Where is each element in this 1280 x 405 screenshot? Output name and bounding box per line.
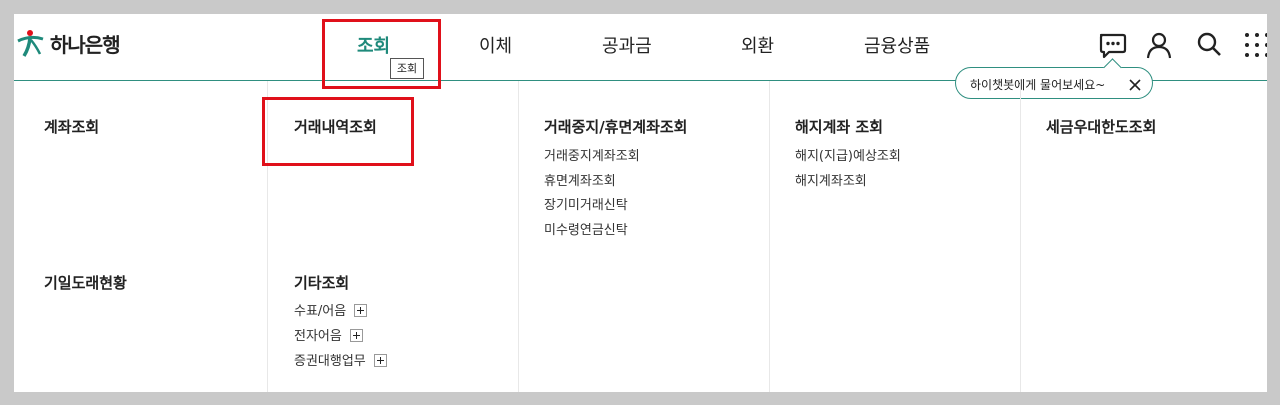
- expand-plus-icon[interactable]: [349, 329, 363, 342]
- expand-plus-icon[interactable]: [373, 354, 387, 367]
- nav-item-financial-products[interactable]: 금융상품: [864, 32, 930, 58]
- menu-closed-account-inquiry[interactable]: 해지계좌조회: [795, 170, 867, 189]
- column-divider: [267, 81, 268, 392]
- chatbot-icon: [1097, 30, 1127, 60]
- logo[interactable]: 하나은행: [16, 28, 121, 58]
- menu-check-bill[interactable]: 수표/어음: [294, 300, 368, 319]
- nav-item-transfer[interactable]: 이체: [479, 32, 512, 58]
- menu-item-label: 수표/어음: [294, 304, 347, 319]
- column-divider: [769, 81, 770, 392]
- page-container: 하나은행 조회 이체 공과금 외환 금융상품 조회 하이챗봇에게 물어보세요~ …: [14, 14, 1267, 392]
- menu-securities-agency[interactable]: 증권대행업무: [294, 350, 387, 369]
- user-icon: [1144, 30, 1174, 60]
- menu-item-label: 전자어음: [294, 329, 342, 344]
- menu-suspended-account-inquiry[interactable]: 거래중지계좌조회: [544, 145, 640, 164]
- nav-tooltip: 조회: [390, 58, 424, 79]
- user-button[interactable]: [1144, 30, 1174, 60]
- menu-dormant-account[interactable]: 거래중지/휴면계좌조회: [544, 116, 687, 137]
- chatbot-prompt-text: 하이챗봇에게 물어보세요~: [970, 78, 1106, 92]
- close-icon[interactable]: [1128, 77, 1142, 91]
- chatbot-prompt[interactable]: 하이챗봇에게 물어보세요~: [955, 58, 1153, 99]
- menu-expected-payout-inquiry[interactable]: 해지(지급)예상조회: [795, 145, 901, 164]
- grid-menu-icon: [1242, 30, 1267, 60]
- menu-transaction-history[interactable]: 거래내역조회: [294, 116, 377, 137]
- menu-electronic-bill[interactable]: 전자어음: [294, 325, 363, 344]
- menu-other-inquiry[interactable]: 기타조회: [294, 272, 349, 293]
- nav-item-foreign-exchange[interactable]: 외환: [741, 32, 774, 58]
- menu-dormant-account-inquiry[interactable]: 휴면계좌조회: [544, 170, 616, 189]
- menu-long-term-inactive-trust[interactable]: 장기미거래신탁: [544, 194, 628, 213]
- nav-item-utility-bills[interactable]: 공과금: [602, 32, 652, 58]
- menu-closed-account[interactable]: 해지계좌 조회: [795, 116, 883, 137]
- column-divider: [518, 81, 519, 392]
- all-menu-button[interactable]: [1242, 30, 1267, 60]
- search-button[interactable]: [1194, 30, 1224, 60]
- menu-account-inquiry[interactable]: 계좌조회: [44, 116, 99, 137]
- hana-bank-logo-icon: [16, 28, 46, 58]
- menu-tax-preference-limit[interactable]: 세금우대한도조회: [1046, 116, 1156, 137]
- menu-unclaimed-pension-trust[interactable]: 미수령연금신탁: [544, 219, 628, 238]
- chatbot-button[interactable]: [1097, 30, 1127, 60]
- menu-item-label: 증권대행업무: [294, 354, 366, 369]
- nav-item-inquiry[interactable]: 조회: [357, 32, 390, 58]
- expand-plus-icon[interactable]: [354, 304, 368, 317]
- column-divider: [1020, 81, 1021, 392]
- menu-maturity-status[interactable]: 기일도래현황: [44, 272, 127, 293]
- search-icon: [1194, 30, 1224, 60]
- brand-name: 하나은행: [50, 32, 121, 57]
